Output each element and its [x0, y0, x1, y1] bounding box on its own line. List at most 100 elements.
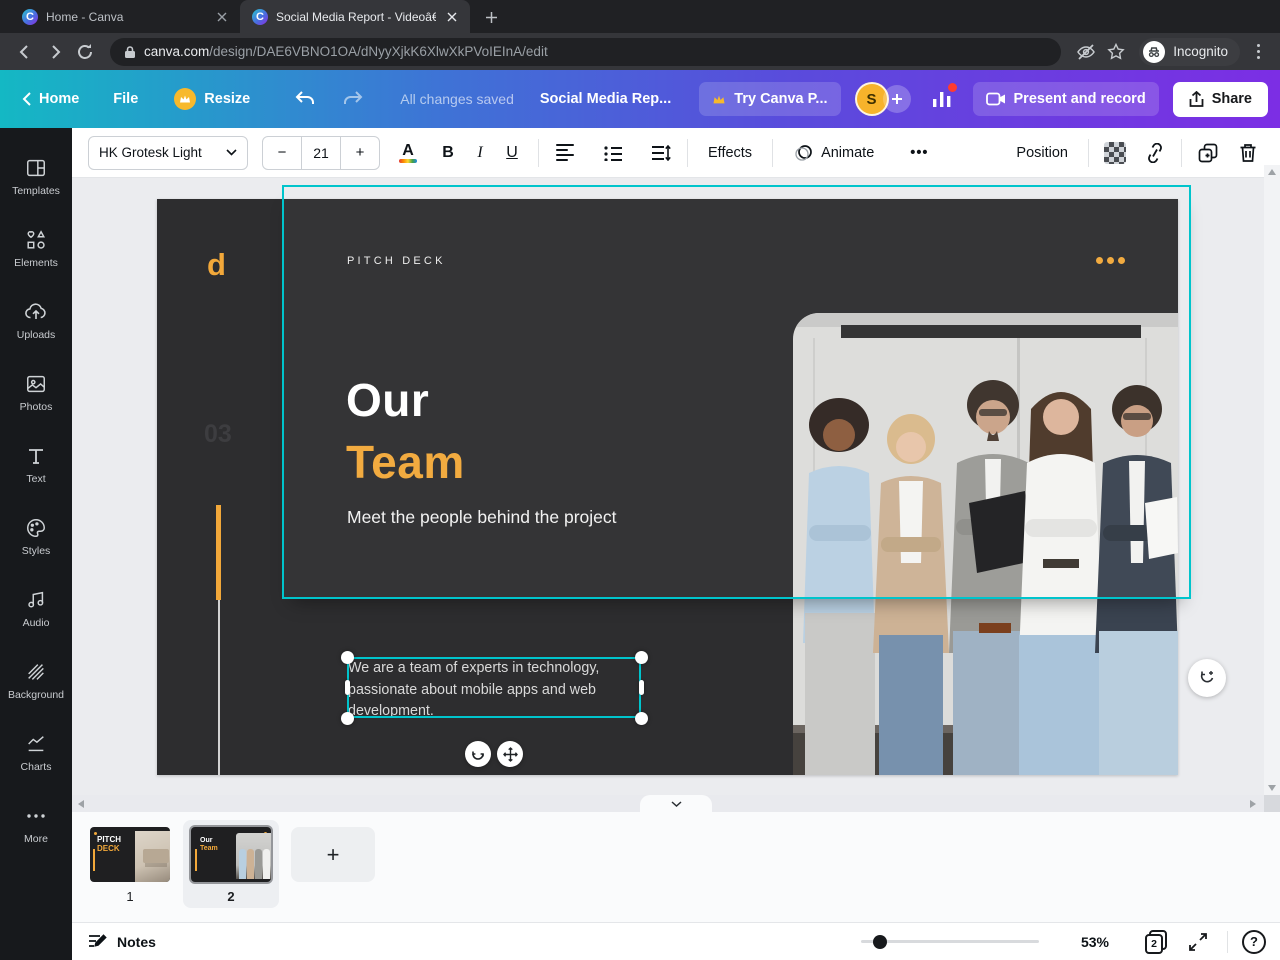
- url-bar[interactable]: canva.com/design/DAE6VBNO1OA/dNyyXjkK6Xl…: [110, 37, 1062, 66]
- url-domain: canva.com: [144, 43, 210, 59]
- sidebar-item-uploads[interactable]: Uploads: [0, 284, 72, 356]
- zoom-slider[interactable]: [860, 934, 1039, 949]
- share-button[interactable]: Share: [1172, 81, 1268, 117]
- help-button[interactable]: ?: [1242, 929, 1266, 954]
- tab-close-icon[interactable]: [214, 9, 230, 25]
- sidebar-item-styles[interactable]: Styles: [0, 500, 72, 572]
- zoom-slider-knob[interactable]: [872, 934, 887, 949]
- undo-button[interactable]: [284, 82, 326, 116]
- photos-icon: [24, 372, 48, 396]
- more-options-button[interactable]: •••: [900, 136, 938, 170]
- incognito-icon: [1143, 40, 1166, 63]
- new-tab-button[interactable]: [478, 4, 504, 30]
- font-family-select[interactable]: HK Grotesk Light: [88, 135, 248, 170]
- animate-button[interactable]: Animate: [783, 136, 884, 170]
- sidebar-item-audio[interactable]: Audio: [0, 572, 72, 644]
- horizontal-scrollbar[interactable]: [72, 795, 1264, 812]
- magic-assistant-button[interactable]: [1188, 659, 1226, 697]
- scroll-left-icon[interactable]: [78, 800, 84, 808]
- forward-button[interactable]: [40, 37, 70, 67]
- tab-close-icon[interactable]: [444, 9, 460, 25]
- notes-button[interactable]: Notes: [88, 933, 156, 951]
- add-page-button[interactable]: +: [291, 827, 375, 882]
- sidebar-item-photos[interactable]: Photos: [0, 356, 72, 428]
- background-icon: [24, 660, 48, 684]
- textbox-selection-outline[interactable]: [347, 657, 641, 718]
- eye-off-icon[interactable]: [1071, 37, 1101, 67]
- font-size-decrease[interactable]: −: [263, 137, 301, 169]
- bold-button[interactable]: B: [432, 136, 464, 170]
- position-button[interactable]: Position: [1006, 136, 1078, 170]
- crown-icon: [174, 88, 197, 110]
- duplicate-button[interactable]: [1192, 136, 1224, 170]
- insights-chart-button[interactable]: [925, 82, 959, 116]
- redo-button[interactable]: [332, 82, 374, 116]
- sidebar-item-text[interactable]: Text: [0, 428, 72, 500]
- underline-button[interactable]: U: [496, 136, 528, 170]
- tab-home-canva[interactable]: C Home - Canva: [10, 0, 240, 33]
- transparency-button[interactable]: [1099, 136, 1131, 170]
- page-1-thumbnail[interactable]: PITCH DECK: [90, 827, 170, 882]
- browser-menu-icon[interactable]: [1246, 40, 1270, 64]
- page-2-thumbnail[interactable]: Our Team: [191, 827, 271, 882]
- bullet-list-button[interactable]: [597, 136, 629, 170]
- move-handle[interactable]: [497, 741, 523, 767]
- sidebar-item-elements[interactable]: Elements: [0, 212, 72, 284]
- grid-view-button[interactable]: 2: [1145, 929, 1167, 954]
- page-1-cell[interactable]: PITCH DECK 1: [90, 827, 170, 904]
- font-size-value[interactable]: 21: [301, 136, 341, 169]
- bookmark-star-icon[interactable]: [1101, 37, 1131, 67]
- sidebar-item-background[interactable]: Background: [0, 644, 72, 716]
- brand-logo[interactable]: d: [207, 247, 226, 283]
- sidebar-item-charts[interactable]: Charts: [0, 716, 72, 788]
- notes-icon: [89, 933, 107, 947]
- sidebar-item-templates[interactable]: Templates: [0, 140, 72, 212]
- line-spacing-button[interactable]: [645, 136, 677, 170]
- slide-subtitle[interactable]: Meet the people behind the project: [347, 507, 617, 528]
- fullscreen-button[interactable]: [1189, 932, 1207, 951]
- rotate-handle[interactable]: [465, 741, 491, 767]
- effects-button[interactable]: Effects: [698, 136, 762, 170]
- resize-button[interactable]: Resize: [164, 80, 260, 118]
- scroll-down-icon[interactable]: [1268, 785, 1276, 791]
- selection-handle-e[interactable]: [638, 680, 644, 695]
- italic-button[interactable]: I: [464, 136, 496, 170]
- font-size-increase[interactable]: +: [341, 137, 379, 169]
- selection-handle-sw[interactable]: [340, 711, 354, 725]
- text-align-button[interactable]: [549, 136, 581, 170]
- team-photo[interactable]: [793, 313, 1178, 775]
- selection-handle-w[interactable]: [344, 680, 350, 695]
- decorative-dots[interactable]: [1096, 257, 1125, 264]
- vertical-scrollbar[interactable]: [1264, 165, 1280, 795]
- chevron-down-icon: [226, 149, 237, 156]
- sidebar-item-more[interactable]: More: [0, 788, 72, 860]
- link-button[interactable]: [1139, 136, 1171, 170]
- slide-title[interactable]: Our Team: [346, 369, 465, 493]
- accent-bar[interactable]: [216, 505, 221, 600]
- zoom-level[interactable]: 53%: [1081, 934, 1109, 950]
- notification-dot: [947, 83, 957, 92]
- slide-kicker[interactable]: PITCH DECK: [347, 255, 446, 267]
- scroll-up-icon[interactable]: [1268, 169, 1276, 175]
- back-button[interactable]: [10, 37, 40, 67]
- selection-handle-nw[interactable]: [340, 650, 354, 664]
- selection-handle-se[interactable]: [634, 711, 648, 725]
- add-member-button[interactable]: [882, 85, 911, 113]
- delete-button[interactable]: [1232, 136, 1264, 170]
- slide-number[interactable]: 03: [204, 420, 232, 449]
- collapse-filmstrip-button[interactable]: [640, 795, 712, 812]
- tab-social-media-report[interactable]: C Social Media Report - Videoâ€¦: [240, 0, 470, 33]
- home-button[interactable]: Home: [12, 83, 89, 115]
- try-canva-pro-button[interactable]: Try Canva P...: [699, 82, 841, 116]
- reload-button[interactable]: [70, 37, 100, 67]
- selection-handle-ne[interactable]: [634, 650, 648, 664]
- video-camera-icon: [985, 92, 1005, 106]
- slide-page-2[interactable]: d PITCH DECK 03 Our Team Meet the people…: [157, 199, 1178, 775]
- file-menu-button[interactable]: File: [103, 83, 148, 115]
- present-and-record-button[interactable]: Present and record: [972, 82, 1159, 116]
- scroll-right-icon[interactable]: [1250, 800, 1256, 808]
- document-title[interactable]: Social Media Rep...: [540, 91, 671, 107]
- text-color-button[interactable]: A: [392, 142, 424, 163]
- page-2-cell-selected[interactable]: Our Team 2: [183, 820, 279, 908]
- divider: [1088, 138, 1089, 167]
